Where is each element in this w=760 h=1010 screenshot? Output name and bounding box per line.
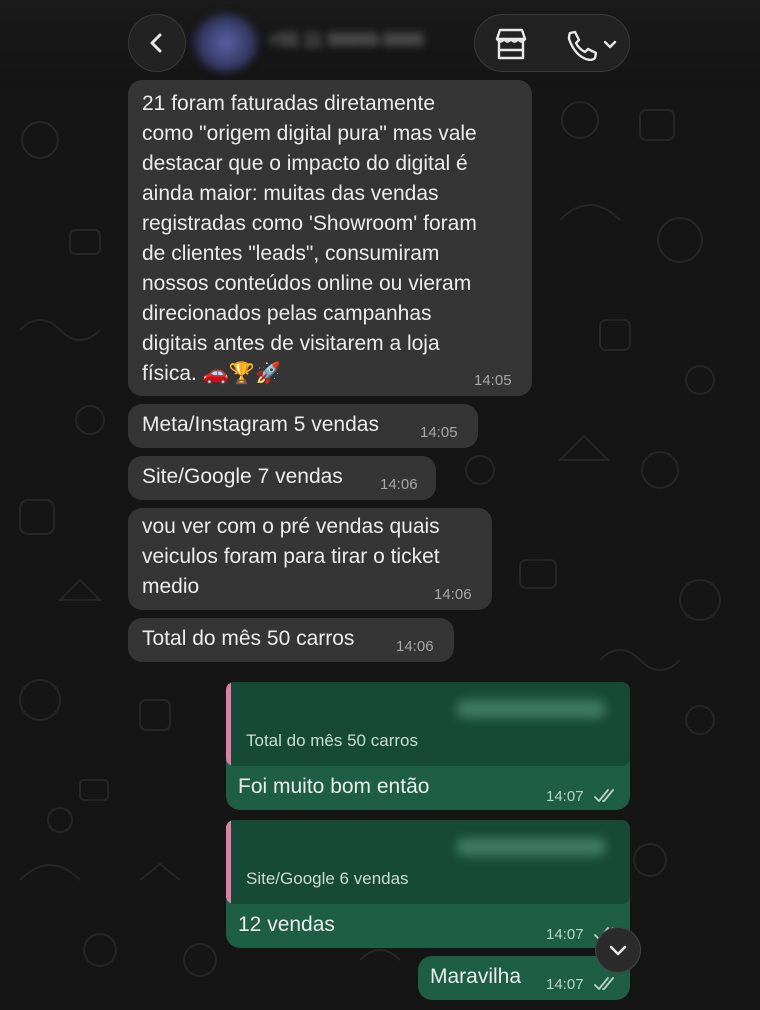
- message-text: Total do mês 50 carros: [142, 627, 355, 650]
- message-bubble-incoming[interactable]: Total do mês 50 carros 14:06: [128, 618, 454, 662]
- double-check-icon: [594, 977, 614, 990]
- chat-header: +55 11 99999-9999: [0, 0, 760, 88]
- message-time: 14:06: [396, 638, 434, 655]
- header-actions: [474, 14, 630, 72]
- message-bubble-outgoing[interactable]: Maravilha 14:07: [418, 956, 630, 1000]
- message-bubble-outgoing[interactable]: Site/Google 6 vendas 12 vendas 14:07: [226, 820, 630, 948]
- message-text: vou ver com o pré vendas quais veiculos f…: [142, 515, 440, 598]
- message-text: Foi muito bom então: [238, 775, 430, 798]
- chevron-left-icon: [150, 33, 162, 53]
- message-time: 14:06: [380, 476, 418, 493]
- message-time: 14:07: [546, 788, 584, 805]
- message-time: 14:06: [434, 586, 472, 603]
- message-text: Maravilha: [430, 965, 522, 988]
- message-text: 12 vendas: [238, 913, 335, 936]
- message-time: 14:05: [474, 372, 512, 389]
- contact-name[interactable]: +55 11 99999-9999: [268, 30, 458, 54]
- message-text: Site/Google 7 vendas: [142, 465, 343, 488]
- message-time: 14:07: [546, 926, 584, 943]
- message-text: Meta/Instagram 5 vendas: [142, 413, 379, 436]
- message-time: 14:05: [420, 424, 458, 441]
- double-check-icon: [594, 789, 614, 802]
- message-bubble-incoming[interactable]: Site/Google 7 vendas 14:06: [128, 456, 436, 500]
- message-text: 21 foram faturadas diretamente como "orig…: [142, 92, 477, 385]
- message-bubble-incoming[interactable]: vou ver com o pré vendas quais veiculos f…: [128, 508, 492, 610]
- quote-accent-bar: [226, 820, 231, 904]
- message-bubble-incoming[interactable]: 21 foram faturadas diretamente como "orig…: [128, 80, 532, 396]
- quoted-message[interactable]: Total do mês 50 carros: [226, 682, 630, 766]
- message-bubble-incoming[interactable]: Meta/Instagram 5 vendas 14:05: [128, 404, 478, 448]
- quote-text: Site/Google 6 vendas: [246, 869, 409, 888]
- quote-author: [456, 700, 606, 718]
- phone-icon: [567, 30, 617, 62]
- quote-accent-bar: [226, 682, 231, 766]
- chevron-down-icon: [603, 40, 617, 49]
- chevron-down-icon: [609, 945, 627, 956]
- quote-text: Total do mês 50 carros: [246, 731, 418, 750]
- back-button[interactable]: [128, 14, 186, 72]
- scroll-to-bottom-button[interactable]: [596, 928, 640, 972]
- storefront-icon: [495, 28, 527, 60]
- call-button[interactable]: [563, 29, 621, 62]
- message-time: 14:07: [546, 976, 584, 993]
- quoted-message[interactable]: Site/Google 6 vendas: [226, 820, 630, 904]
- catalog-button[interactable]: [493, 27, 529, 61]
- message-bubble-outgoing[interactable]: Total do mês 50 carros Foi muito bom ent…: [226, 682, 630, 810]
- contact-avatar[interactable]: [194, 14, 258, 72]
- quote-author: [456, 838, 606, 856]
